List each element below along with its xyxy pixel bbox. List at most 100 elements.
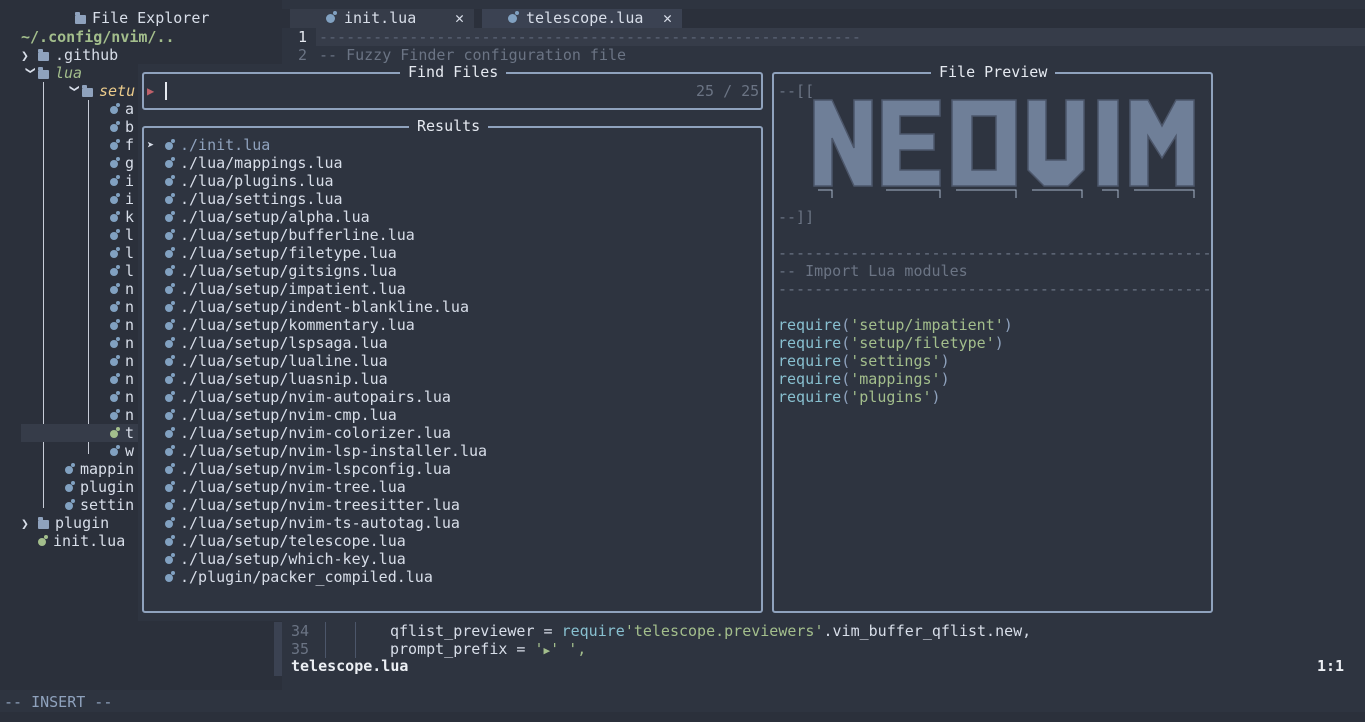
tree-file[interactable]: mappin	[65, 460, 138, 478]
tab-telescope-lua[interactable]: telescope.lua ✕	[482, 9, 682, 28]
explorer-root-path[interactable]: ~/.config/nvim/..	[21, 28, 175, 46]
code-token: (	[841, 370, 851, 388]
result-item[interactable]: ./lua/setup/luasnip.lua	[165, 370, 388, 388]
tree-file[interactable]: n	[110, 298, 134, 316]
tree-file[interactable]: n	[110, 406, 134, 424]
tree-folder-plugin[interactable]: ❯ plugin	[21, 514, 109, 532]
tree-file[interactable]: l	[110, 226, 134, 244]
prompt-prefix-icon: ▶	[147, 84, 155, 98]
tree-file[interactable]: n	[110, 280, 134, 298]
result-path: ./lua/setup/gitsigns.lua	[180, 262, 397, 280]
result-item[interactable]: ./lua/settings.lua	[165, 190, 343, 208]
code-line[interactable]: ----------------------------------------…	[319, 28, 861, 46]
result-path: ./lua/setup/indent-blankline.lua	[180, 298, 469, 316]
lua-file-icon	[165, 283, 175, 294]
tree-file[interactable]: n	[110, 388, 134, 406]
tree-folder-setup[interactable]: ❯ setu	[65, 82, 138, 100]
tree-file[interactable]: n	[110, 316, 134, 334]
tree-label: n	[125, 370, 135, 388]
code-line[interactable]: -- Fuzzy Finder configuration file	[319, 46, 626, 64]
tree-file[interactable]: i	[110, 190, 134, 208]
result-item[interactable]: ./lua/setup/nvim-treesitter.lua	[165, 496, 460, 514]
result-item[interactable]: ./lua/setup/nvim-tree.lua	[165, 478, 406, 496]
line-number: 34	[291, 622, 310, 640]
result-item[interactable]: ./lua/setup/gitsigns.lua	[165, 262, 397, 280]
preview-require-line: require('setup/impatient')	[778, 316, 1013, 334]
result-path: ./lua/setup/lspsaga.lua	[180, 334, 388, 352]
tree-folder-lua[interactable]: ❯ lua	[21, 64, 83, 82]
code-token: 'setup/filetype'	[850, 334, 995, 352]
result-item[interactable]: ./lua/setup/bufferline.lua	[165, 226, 415, 244]
preview-require-line: require('settings')	[778, 352, 950, 370]
result-item[interactable]: ./lua/setup/nvim-cmp.lua	[165, 406, 397, 424]
result-item[interactable]: ./lua/mappings.lua	[165, 154, 343, 172]
result-item[interactable]: ./lua/setup/lualine.lua	[165, 352, 388, 370]
tree-file[interactable]: g	[110, 154, 134, 172]
preview-require-line: require('plugins')	[778, 388, 941, 406]
tree-file[interactable]: l	[110, 244, 134, 262]
code-token: 'settings'	[850, 352, 941, 370]
result-item[interactable]: ./lua/setup/alpha.lua	[165, 208, 370, 226]
indent-guide	[43, 82, 44, 508]
tree-file[interactable]: n	[110, 334, 134, 352]
tree-file[interactable]: f	[110, 136, 134, 154]
tree-label: n	[125, 298, 135, 316]
tree-file[interactable]: plugin	[65, 478, 138, 496]
code-token: (	[841, 352, 851, 370]
result-item[interactable]: ./lua/setup/nvim-colorizer.lua	[165, 424, 451, 442]
result-item[interactable]: ./lua/setup/filetype.lua	[165, 244, 397, 262]
result-item[interactable]: ./lua/setup/impatient.lua	[165, 280, 406, 298]
find-files-prompt[interactable]: Find Files	[142, 63, 763, 110]
lua-file-icon	[165, 535, 175, 546]
chevron-right-icon: ❯	[21, 517, 29, 532]
tab-init-lua[interactable]: init.lua ✕	[290, 9, 474, 28]
code-token: require	[778, 388, 842, 406]
preview-import-comment: -- Import Lua modules	[778, 262, 968, 280]
tree-label: i	[125, 190, 135, 208]
result-item[interactable]: ./lua/setup/lspsaga.lua	[165, 334, 388, 352]
result-item[interactable]: ./lua/setup/telescope.lua	[165, 532, 406, 550]
lua-file-icon	[165, 517, 175, 528]
code-line[interactable]: qflist_previewer = require'telescope.pre…	[390, 622, 1031, 640]
statusline-filename: telescope.lua	[291, 657, 409, 675]
tree-file[interactable]: l	[110, 262, 134, 280]
lua-file-icon	[38, 535, 48, 546]
tree-label: setu	[99, 82, 136, 100]
tree-file[interactable]: n	[110, 352, 134, 370]
result-item[interactable]: ./lua/setup/nvim-ts-autotag.lua	[165, 514, 460, 532]
code-token: ' ',	[550, 640, 587, 658]
tree-file[interactable]: init.lua	[38, 532, 125, 550]
tree-file[interactable]: a	[110, 100, 134, 118]
result-item[interactable]: ./lua/setup/which-key.lua	[165, 550, 406, 568]
result-item[interactable]: ./lua/setup/kommentary.lua	[165, 316, 415, 334]
result-path: ./lua/setup/nvim-treesitter.lua	[180, 496, 460, 514]
result-item[interactable]: ./lua/setup/nvim-lspconfig.lua	[165, 460, 451, 478]
tree-file[interactable]: k	[110, 208, 134, 226]
neovim-ascii-banner	[812, 98, 1209, 204]
code-token: require	[778, 334, 842, 352]
result-path: ./lua/setup/nvim-tree.lua	[180, 478, 406, 496]
tree-file[interactable]: b	[110, 118, 134, 136]
code-line[interactable]: prompt_prefix = '▶' ',	[390, 640, 586, 660]
prompt-input-cursor[interactable]	[165, 82, 167, 100]
tree-file[interactable]: n	[110, 370, 134, 388]
result-item[interactable]: ./lua/setup/indent-blankline.lua	[165, 298, 469, 316]
lua-file-icon	[165, 157, 175, 168]
result-item[interactable]: ./plugin/packer_compiled.lua	[165, 568, 433, 586]
result-item[interactable]: ./lua/plugins.lua	[165, 172, 334, 190]
result-item[interactable]: ./lua/setup/nvim-lsp-installer.lua	[165, 442, 487, 460]
tree-file[interactable]: settin	[65, 496, 138, 514]
chevron-down-icon: ❯	[66, 84, 82, 93]
lua-file-icon	[65, 481, 75, 492]
close-icon[interactable]: ✕	[663, 9, 672, 28]
tree-file[interactable]: w	[110, 442, 134, 460]
result-item[interactable]: ./init.lua	[165, 136, 270, 154]
result-item[interactable]: ./lua/setup/nvim-autopairs.lua	[165, 388, 451, 406]
code-token: 'telescope.previewers'	[624, 622, 824, 640]
tree-folder-github[interactable]: ❯ .github	[21, 46, 118, 64]
close-icon[interactable]: ✕	[455, 9, 464, 28]
lua-file-icon	[110, 265, 120, 276]
tree-file[interactable]: i	[110, 172, 134, 190]
code-token: (	[841, 316, 851, 334]
tree-file[interactable]: t	[21, 424, 138, 442]
